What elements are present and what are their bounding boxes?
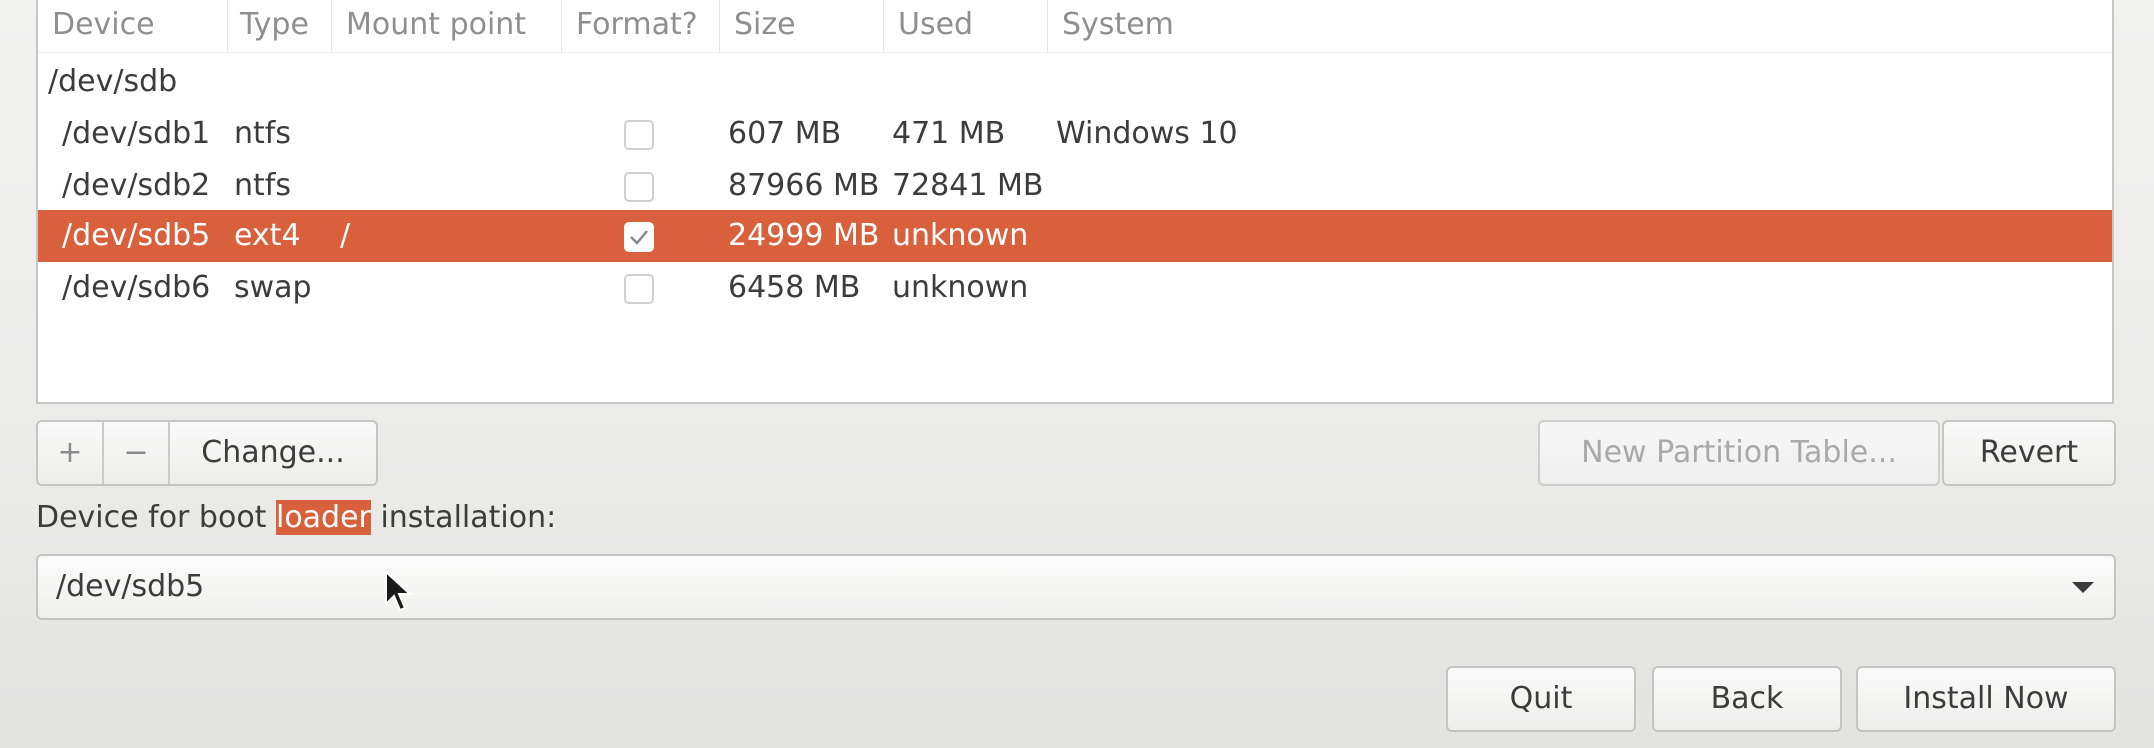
- bootloader-device-value: /dev/sdb5: [56, 569, 205, 604]
- bootloader-label: Device for boot loader installation:: [36, 500, 556, 535]
- disk-device: /dev/sdb: [48, 64, 178, 99]
- column-header-device[interactable]: Device: [38, 0, 228, 52]
- bootloader-label-highlight: loader: [275, 500, 371, 535]
- table-row[interactable]: /dev/sdb1 ntfs 607 MB 471 MB Windows 10: [38, 108, 2112, 160]
- table-header: Device Type Mount point Format? Size Use…: [38, 0, 2112, 53]
- column-header-system[interactable]: System: [1048, 0, 2112, 52]
- partition-device: /dev/sdb5: [62, 218, 211, 253]
- partition-size: 6458 MB: [728, 270, 861, 305]
- chevron-down-icon[interactable]: [2072, 582, 2094, 593]
- change-partition-button[interactable]: Change...: [168, 422, 376, 484]
- partition-device: /dev/sdb1: [62, 116, 211, 151]
- format-checkbox[interactable]: [624, 172, 654, 202]
- bootloader-label-post: installation:: [370, 500, 557, 535]
- partition-size: 607 MB: [728, 116, 842, 151]
- table-row[interactable]: /dev/sdb2 ntfs 87966 MB 72841 MB: [38, 160, 2112, 212]
- partition-used: unknown: [892, 270, 1029, 305]
- column-header-format[interactable]: Format?: [562, 0, 720, 52]
- partition-used: 471 MB: [892, 116, 1006, 151]
- table-row[interactable]: /dev/sdb6 swap 6458 MB unknown: [38, 262, 2112, 314]
- partition-size: 24999 MB: [728, 218, 880, 253]
- format-checkbox[interactable]: [624, 120, 654, 150]
- column-header-used[interactable]: Used: [884, 0, 1048, 52]
- partition-used: unknown: [892, 218, 1029, 253]
- table-row-disk[interactable]: /dev/sdb: [38, 56, 2112, 108]
- bootloader-label-pre: Device for boot: [36, 500, 276, 535]
- add-partition-button[interactable]: +: [38, 422, 102, 484]
- partition-size: 87966 MB: [728, 168, 880, 203]
- partition-toolbar: + − Change...: [36, 420, 378, 486]
- column-header-type[interactable]: Type: [228, 0, 332, 52]
- format-checkbox-checked[interactable]: [624, 222, 654, 252]
- partition-type: ntfs: [234, 168, 291, 203]
- quit-button[interactable]: Quit: [1446, 666, 1636, 732]
- column-header-size[interactable]: Size: [720, 0, 884, 52]
- partition-table[interactable]: Device Type Mount point Format? Size Use…: [36, 0, 2114, 404]
- check-icon: [630, 230, 648, 245]
- partition-mount: /: [340, 218, 351, 253]
- partition-type: ntfs: [234, 116, 291, 151]
- partition-type: ext4: [234, 218, 301, 253]
- mouse-pointer-icon: [385, 570, 413, 612]
- partition-system: Windows 10: [1056, 116, 1238, 151]
- remove-partition-button[interactable]: −: [102, 422, 168, 484]
- revert-button[interactable]: Revert: [1942, 420, 2116, 486]
- table-row-selected[interactable]: /dev/sdb5 ext4 / 24999 MB unknown: [38, 210, 2112, 262]
- new-partition-table-button[interactable]: New Partition Table...: [1538, 420, 1940, 486]
- install-now-button[interactable]: Install Now: [1856, 666, 2116, 732]
- partition-type: swap: [234, 270, 312, 305]
- partition-device: /dev/sdb6: [62, 270, 211, 305]
- bootloader-device-select[interactable]: /dev/sdb5: [36, 554, 2116, 620]
- partition-device: /dev/sdb2: [62, 168, 211, 203]
- back-button[interactable]: Back: [1652, 666, 1842, 732]
- column-header-mount-point[interactable]: Mount point: [332, 0, 562, 52]
- partition-used: 72841 MB: [892, 168, 1044, 203]
- format-checkbox[interactable]: [624, 274, 654, 304]
